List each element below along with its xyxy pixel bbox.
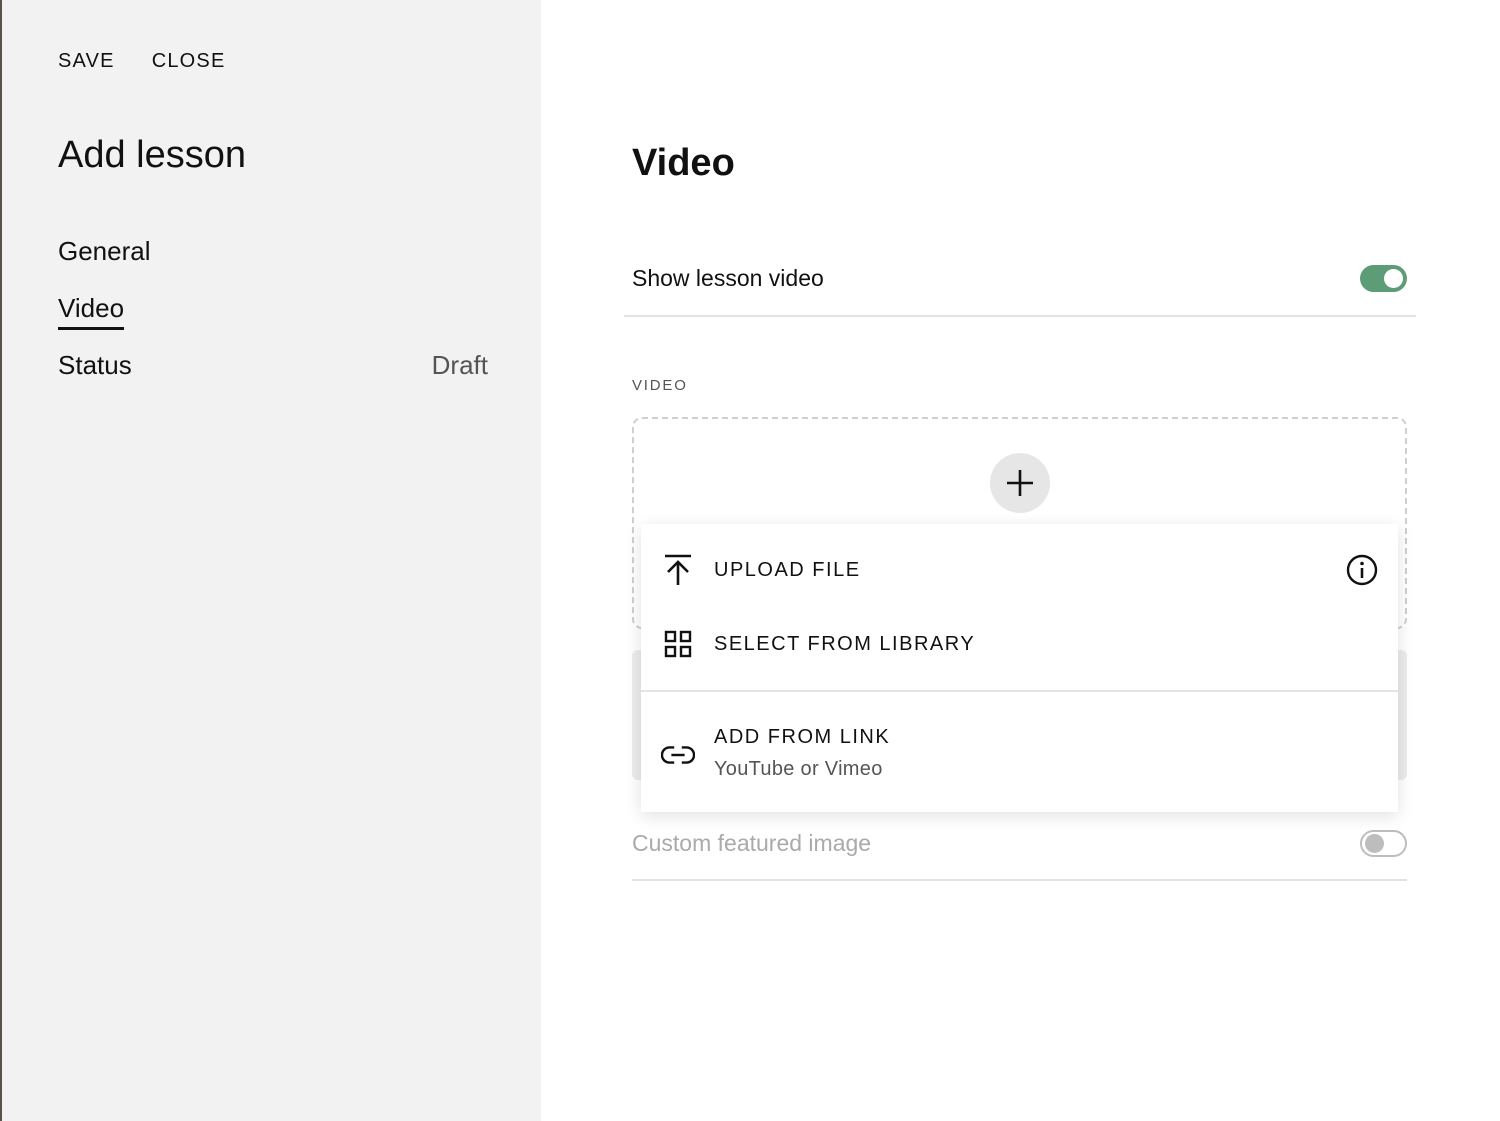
sidebar-nav: General Video Status Draft [58, 236, 488, 407]
menu-item-add-from-link[interactable]: ADD FROM LINK YouTube or Vimeo [641, 720, 1398, 790]
sidebar-item-general[interactable]: General [58, 236, 488, 293]
link-icon [661, 738, 695, 772]
section-title: Video [632, 142, 735, 184]
sidebar-item-label: Status [58, 350, 132, 380]
main-panel: Video Show lesson video VIDEO Custom fea… [541, 0, 1500, 1121]
toggle-knob [1384, 268, 1403, 288]
info-icon[interactable] [1346, 554, 1378, 586]
menu-item-label: SELECT FROM LIBRARY [714, 632, 976, 655]
custom-featured-image-toggle[interactable] [1360, 829, 1407, 857]
sidebar-item-video[interactable]: Video [58, 293, 488, 350]
toggle-knob [1365, 833, 1384, 853]
custom-featured-image-label: Custom featured image [632, 829, 872, 856]
show-lesson-video-toggle[interactable] [1360, 264, 1407, 292]
add-video-button[interactable] [990, 453, 1050, 513]
status-value: Draft [431, 350, 488, 380]
add-video-menu: UPLOAD FILE SELECT FROM LIBRARY ADD FROM… [641, 524, 1398, 812]
custom-featured-image-row: Custom featured image [632, 826, 1407, 860]
sidebar: SAVE CLOSE Add lesson General Video Stat… [0, 0, 541, 1121]
show-lesson-video-label: Show lesson video [632, 264, 824, 291]
menu-item-label: ADD FROM LINK [714, 726, 891, 748]
panel-title: Add lesson [58, 134, 247, 176]
sidebar-item-label: General [58, 236, 151, 266]
video-field-label: VIDEO [632, 377, 688, 394]
top-actions: SAVE CLOSE [58, 50, 226, 73]
menu-item-sublabel: YouTube or Vimeo [714, 758, 883, 780]
sidebar-item-label: Video [58, 293, 125, 330]
close-button[interactable]: CLOSE [152, 50, 226, 73]
menu-item-label: UPLOAD FILE [714, 558, 861, 581]
menu-item-select-from-library[interactable]: SELECT FROM LIBRARY [641, 620, 1398, 668]
divider [624, 315, 1416, 317]
sidebar-item-status[interactable]: Status Draft [58, 350, 488, 407]
upload-icon [661, 553, 695, 587]
show-lesson-video-row: Show lesson video [632, 258, 1407, 298]
grid-library-icon [661, 627, 695, 661]
menu-item-upload-file[interactable]: UPLOAD FILE [641, 546, 1398, 594]
divider [632, 879, 1407, 881]
menu-divider [641, 690, 1398, 692]
save-button[interactable]: SAVE [58, 50, 115, 73]
plus-icon [1007, 470, 1033, 496]
